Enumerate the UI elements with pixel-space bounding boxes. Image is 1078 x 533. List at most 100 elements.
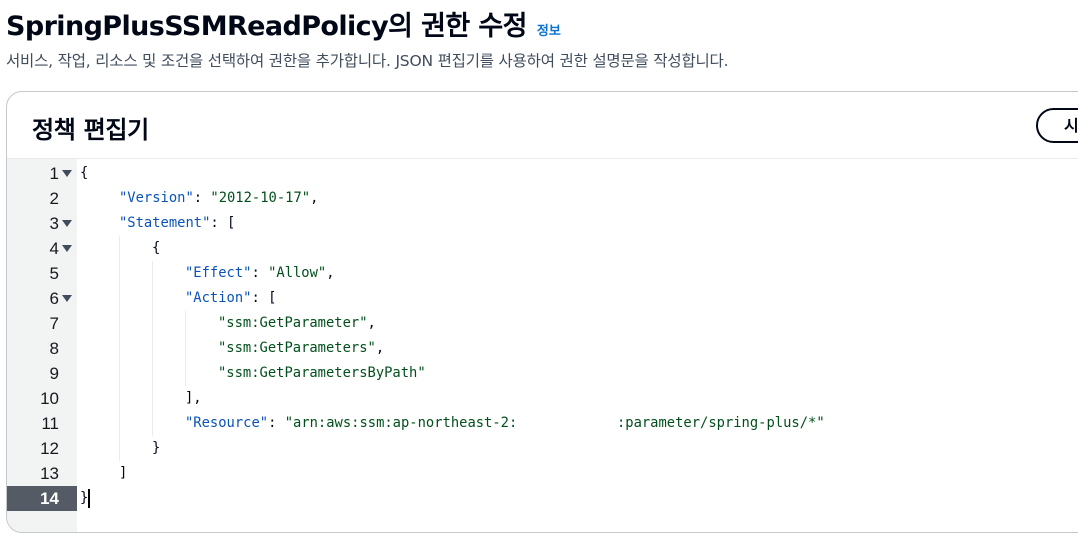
code-text: "ssm:GetParameter",: [218, 311, 376, 336]
indent-guide: [152, 411, 153, 436]
json-key: "Version": [119, 190, 194, 206]
indent-guide: [152, 311, 153, 336]
code-line[interactable]: 12}: [7, 436, 1078, 461]
line-number: 9: [49, 364, 59, 383]
indent-guide: [119, 411, 120, 436]
line-number: 8: [49, 339, 59, 358]
indent-guide: [185, 361, 186, 386]
indent-guide: [152, 261, 153, 286]
policy-editor-card: 정책 편집기 시 1{2 "Version": "2012-10-17", 3 "St…: [6, 91, 1078, 533]
json-string: "ssm:GetParameter": [218, 315, 368, 331]
code-line[interactable]: 4{: [7, 236, 1078, 261]
fold-toggle-icon[interactable]: [62, 220, 72, 227]
indent-guide: [119, 286, 120, 311]
indent-guide: [119, 436, 120, 461]
line-number: 6: [49, 289, 59, 308]
code-text: "Action": [: [185, 286, 276, 311]
json-punctuation: ,: [310, 190, 319, 206]
code-line[interactable]: 11 "Resource": "arn:aws:ssm:ap-northeast-…: [7, 411, 1078, 436]
code-line[interactable]: 7 "ssm:GetParameter",: [7, 311, 1078, 336]
line-number: 7: [49, 314, 59, 333]
indent-guide: [119, 386, 120, 411]
json-punctuation: :: [193, 190, 211, 206]
line-number: 1: [49, 164, 59, 183]
code-line[interactable]: 14}: [7, 486, 1078, 511]
code-line[interactable]: 6 "Action": [: [7, 286, 1078, 311]
json-key: "Action": [185, 290, 252, 306]
json-string: "2012-10-17": [210, 190, 311, 206]
json-punctuation: ,: [367, 315, 376, 331]
code-line[interactable]: 1{: [7, 161, 1078, 186]
json-punctuation: : [: [210, 215, 236, 231]
code-text: {: [152, 236, 160, 261]
json-punctuation: {: [80, 165, 89, 181]
indent-guide: [152, 286, 153, 311]
fold-toggle-icon[interactable]: [62, 170, 72, 177]
line-number: 2: [49, 189, 59, 208]
code-line[interactable]: 9 "ssm:GetParametersByPath": [7, 361, 1078, 386]
policy-editor-title: 정책 편집기: [32, 116, 149, 144]
json-punctuation: :: [251, 265, 269, 281]
indent-guide: [119, 236, 120, 261]
json-code-editor[interactable]: 1{2 "Version": "2012-10-17", 3 "Statement":…: [7, 159, 1078, 532]
page-title: SpringPlusSSMReadPolicy의 권한 수정: [6, 11, 527, 42]
code-line[interactable]: 10],: [7, 386, 1078, 411]
info-link[interactable]: 정보: [537, 20, 561, 39]
indent-guide: [152, 336, 153, 361]
visual-editor-toggle-button[interactable]: 시: [1036, 108, 1078, 143]
indent-guide: [152, 386, 153, 411]
code-line[interactable]: 3 "Statement": [: [7, 211, 1078, 236]
json-string: "ssm:GetParameters": [218, 340, 376, 356]
text-cursor: [88, 489, 90, 508]
line-number: 5: [49, 264, 59, 283]
indent-guide: [152, 361, 153, 386]
code-line[interactable]: 8 "ssm:GetParameters",: [7, 336, 1078, 361]
code-text: {: [80, 161, 88, 186]
json-string: "arn:aws:ssm:ap-northeast-2: :parameter/…: [284, 415, 825, 431]
indent-guide: [119, 336, 120, 361]
json-key: "Statement": [119, 215, 211, 231]
json-string: "ssm:GetParametersByPath": [218, 365, 426, 381]
line-number: 14: [40, 489, 59, 508]
line-number: 12: [40, 439, 59, 458]
json-punctuation: {: [152, 240, 161, 256]
fold-toggle-icon[interactable]: [62, 245, 72, 252]
json-punctuation: }: [152, 440, 161, 456]
json-key: "Resource": [185, 415, 269, 431]
code-line[interactable]: 2 "Version": "2012-10-17",: [7, 186, 1078, 211]
json-key: "Effect": [185, 265, 252, 281]
line-number: 10: [40, 389, 59, 408]
policy-editor-header: 정책 편집기 시: [7, 92, 1078, 159]
indent-guide: [185, 311, 186, 336]
code-text: "Statement": [: [119, 211, 235, 236]
line-number: 13: [40, 464, 59, 483]
json-punctuation: ,: [326, 265, 335, 281]
code-text: "Effect": "Allow",: [185, 261, 335, 286]
indent-guide: [185, 336, 186, 361]
code-text: "ssm:GetParameters",: [218, 336, 384, 361]
json-punctuation: ],: [185, 390, 202, 406]
title-row: SpringPlusSSMReadPolicy의 권한 수정 정보: [6, 4, 1078, 43]
code-line[interactable]: 13]: [7, 461, 1078, 486]
code-text: }: [152, 436, 160, 461]
indent-guide: [119, 361, 120, 386]
indent-guide: [119, 311, 120, 336]
page-header: SpringPlusSSMReadPolicy의 권한 수정 정보 서비스, 작…: [6, 4, 1078, 71]
line-number: 3: [49, 214, 59, 233]
page-description: 서비스, 작업, 리소스 및 조건을 선택하여 권한을 추가합니다. JSON …: [6, 52, 729, 70]
code-text: "ssm:GetParametersByPath": [218, 361, 426, 386]
fold-toggle-icon[interactable]: [62, 295, 72, 302]
code-text: ]: [119, 461, 127, 486]
indent-guide: [119, 261, 120, 286]
code-text: ],: [185, 386, 202, 411]
json-punctuation: : [: [251, 290, 277, 306]
line-number: 11: [41, 414, 59, 433]
json-punctuation: ]: [119, 465, 128, 481]
code-text: "Resource": "arn:aws:ssm:ap-northeast-2:…: [185, 411, 825, 436]
code-line[interactable]: 5 "Effect": "Allow",: [7, 261, 1078, 286]
code-text: "Version": "2012-10-17",: [119, 186, 318, 211]
json-string: "Allow": [268, 265, 327, 281]
line-number: 4: [49, 239, 59, 258]
json-punctuation: :: [268, 415, 285, 431]
json-punctuation: ,: [375, 340, 385, 356]
